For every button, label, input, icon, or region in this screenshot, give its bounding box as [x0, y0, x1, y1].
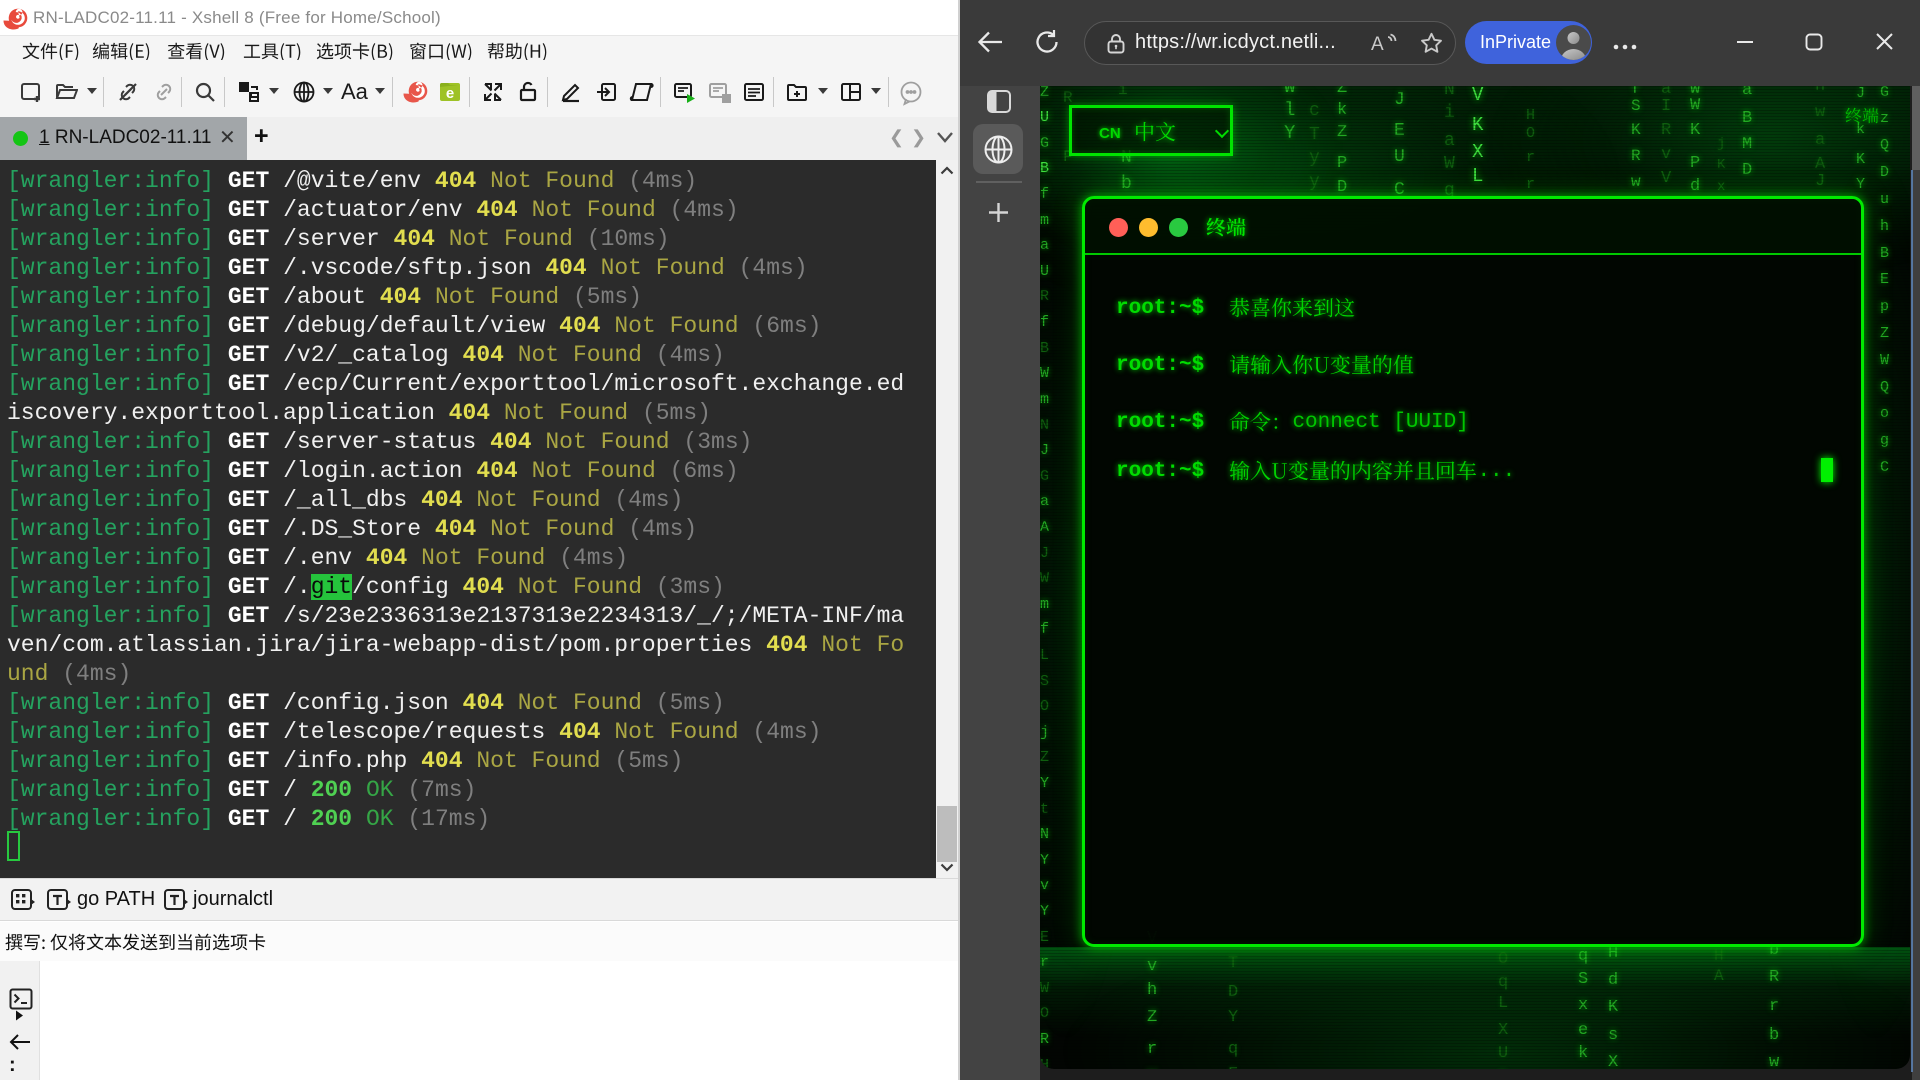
svg-text:e: e — [446, 85, 454, 102]
svg-text:A: A — [1371, 34, 1384, 55]
